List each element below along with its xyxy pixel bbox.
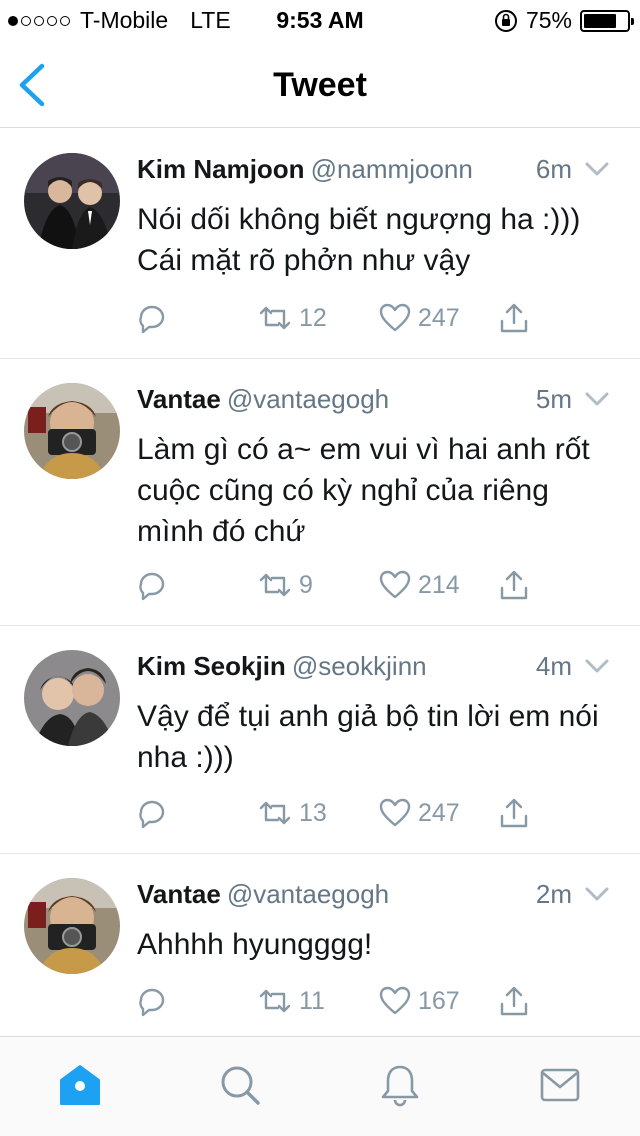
like-count: 247 [418,798,460,827]
retweet-icon [259,306,291,330]
search-icon [221,1066,260,1105]
tweet-text: Vậy để tụi anh giả bộ tin lời em nói nha… [137,700,599,774]
like-button[interactable]: 247 [378,301,460,335]
tweet[interactable]: Vantae @vantaegogh 2m Ahhhh hyungggg! 11 … [0,854,640,1036]
retweet-button[interactable]: 11 [257,984,325,1018]
retweet-button[interactable]: 13 [257,796,327,830]
like-button[interactable]: 247 [378,796,460,830]
tweet-actions: 11 167 [135,984,605,1024]
tweet-actions: 13 247 [135,796,605,836]
like-count: 247 [418,303,460,332]
orientation-lock-icon [494,9,517,32]
status-bar: T-Mobile LTE 9:53 AM 75% [0,0,640,40]
author-handle[interactable]: @vantaegogh [227,384,389,414]
tweet-timestamp: 2m [535,879,572,909]
avatar[interactable] [24,650,120,746]
battery-percent: 75% [525,7,572,33]
retweet-count: 13 [299,798,327,827]
share-icon [500,303,528,333]
author-handle[interactable]: @seokkjinn [292,651,427,681]
tweet-text: Ahhhh hyungggg! [137,928,373,961]
nav-bar: Tweet [0,40,640,128]
reply-icon [139,305,165,334]
chevron-down-icon[interactable] [584,160,610,180]
author-handle[interactable]: @nammjoonn [311,154,473,184]
tweet-timestamp: 6m [535,154,572,184]
like-count: 214 [418,570,460,599]
retweet-icon [259,801,291,825]
tweet-text: Làm gì có a~ em vui vì hai anh rốt cuộc … [137,433,590,548]
heart-icon [379,798,411,827]
notifications-icon [381,1065,419,1107]
share-button[interactable] [497,984,531,1018]
page-title: Tweet [273,66,367,104]
retweet-count: 9 [299,570,313,599]
avatar[interactable] [24,878,120,974]
tweet-actions: 9 214 [135,568,605,608]
reply-icon [139,800,165,829]
retweet-icon [259,989,291,1013]
share-button[interactable] [497,796,531,830]
heart-icon [379,303,411,332]
tweet-text: Nói dối không biết ngượng ha :))) Cái mặ… [137,203,581,277]
reply-icon [139,988,165,1017]
avatar[interactable] [24,153,120,249]
reply-button[interactable] [135,568,169,602]
retweet-icon [259,573,291,597]
tweet[interactable]: Kim Namjoon @nammjoonn 6m Nói dối không b… [0,129,640,359]
reply-button[interactable] [135,301,169,335]
author-name[interactable]: Kim Namjoon [137,154,305,184]
reply-icon [139,572,165,601]
tweet-actions: 12 247 [135,301,605,341]
tab-home[interactable] [58,1063,102,1107]
reply-button[interactable] [135,796,169,830]
share-button[interactable] [497,301,531,335]
tweet[interactable]: Vantae @vantaegogh 5m Làm gì có a~ em vui… [0,359,640,626]
avatar[interactable] [24,383,120,479]
tab-notifications[interactable] [378,1063,422,1107]
author-name[interactable]: Kim Seokjin [137,651,286,681]
share-button[interactable] [497,568,531,602]
share-icon [500,570,528,600]
chevron-down-icon[interactable] [584,885,610,905]
heart-icon [379,570,411,599]
like-button[interactable]: 167 [378,984,460,1018]
tweet-timestamp: 4m [535,651,572,681]
tab-search[interactable] [218,1063,262,1107]
messages-icon [540,1068,580,1102]
heart-icon [379,986,411,1015]
like-count: 167 [418,986,460,1015]
tweet[interactable]: Kim Seokjin @seokkjinn 4m Vậy để tụi anh … [0,626,640,854]
tweet-thread: Kim Namjoon @nammjoonn 6m Nói dối không b… [0,129,640,1036]
retweet-count: 12 [299,303,327,332]
battery-icon [580,9,634,32]
chevron-down-icon[interactable] [584,657,610,677]
reply-button[interactable] [135,984,169,1018]
author-name[interactable]: Vantae [137,879,221,909]
share-icon [500,798,528,828]
author-name[interactable]: Vantae [137,384,221,414]
share-icon [500,986,528,1016]
home-icon [60,1065,100,1105]
retweet-button[interactable]: 12 [257,301,327,335]
retweet-button[interactable]: 9 [257,568,313,602]
author-handle[interactable]: @vantaegogh [227,879,389,909]
chevron-down-icon[interactable] [584,390,610,410]
like-button[interactable]: 214 [378,568,460,602]
retweet-count: 11 [299,986,325,1015]
tweet-timestamp: 5m [535,384,572,414]
tab-messages[interactable] [538,1063,582,1107]
tab-bar [0,1036,640,1136]
